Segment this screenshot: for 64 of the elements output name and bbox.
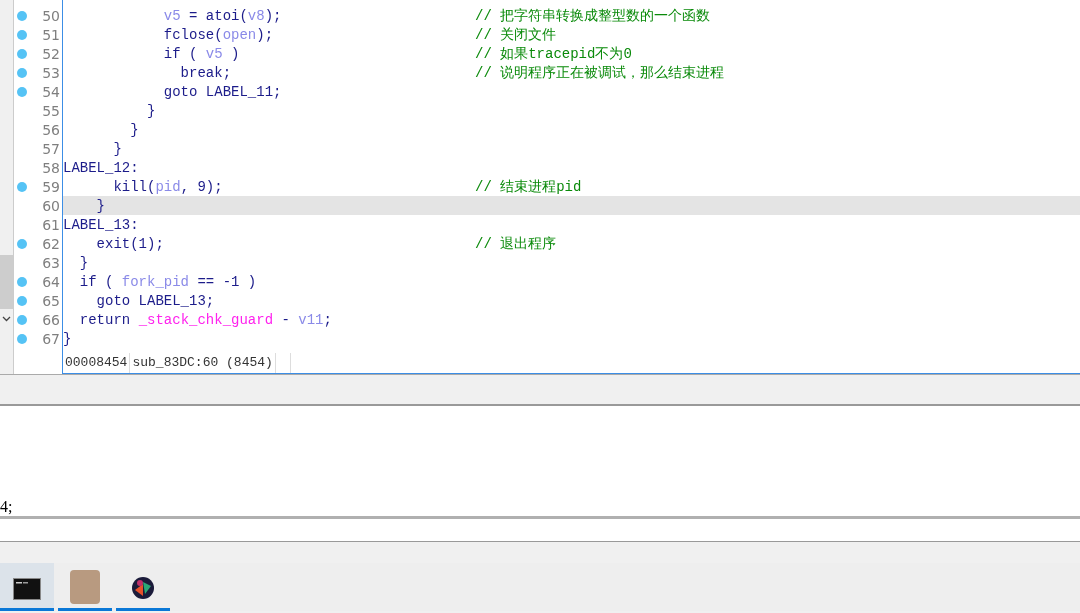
breakpoint-dot[interactable] bbox=[17, 10, 27, 21]
line-number: 67 bbox=[42, 330, 60, 347]
line-number: 56 bbox=[42, 121, 60, 138]
line-number: 65 bbox=[42, 292, 60, 309]
line-number: 61 bbox=[42, 216, 60, 233]
code-line: fclose(open); bbox=[162, 26, 275, 43]
terminal-icon bbox=[13, 578, 41, 600]
code-line: if ( v5 ) bbox=[162, 45, 241, 62]
app-icon bbox=[131, 576, 155, 600]
breakpoint-dot[interactable] bbox=[17, 238, 27, 249]
line-number: 62 bbox=[42, 235, 60, 252]
code-line: break; bbox=[179, 64, 233, 81]
line-number: 54 bbox=[42, 83, 60, 100]
code-comment: // 把字符串转换成整型数的一个函数 bbox=[475, 6, 711, 25]
code-line: } bbox=[78, 254, 90, 271]
line-number: 64 bbox=[42, 273, 60, 290]
breakpoint-dot[interactable] bbox=[17, 295, 27, 306]
code-line: goto LABEL_11; bbox=[162, 83, 283, 100]
code-line: if ( fork_pid == -1 ) bbox=[78, 273, 258, 290]
line-number: 63 bbox=[42, 254, 60, 271]
command-input[interactable] bbox=[0, 516, 1080, 542]
code-line: } bbox=[95, 197, 106, 214]
breakpoint-dot[interactable] bbox=[17, 333, 27, 344]
code-line: LABEL_13: bbox=[63, 216, 140, 233]
breakpoint-dot[interactable] bbox=[17, 67, 27, 78]
code-comment: // 如果tracepid不为0 bbox=[475, 44, 632, 63]
photo-placeholder bbox=[70, 570, 100, 604]
code-line: goto LABEL_13; bbox=[95, 292, 216, 309]
address-field: 00008454 bbox=[63, 353, 131, 373]
code-line: } bbox=[112, 140, 123, 157]
code-line: } bbox=[63, 330, 73, 347]
line-number: 55 bbox=[42, 102, 60, 119]
breakpoint-dot[interactable] bbox=[17, 276, 27, 287]
code-comment: // 关闭文件 bbox=[475, 25, 557, 44]
code-line: kill(pid, 9); bbox=[112, 178, 224, 195]
code-line: exit(1); bbox=[95, 235, 165, 252]
breakpoint-dot[interactable] bbox=[17, 181, 27, 192]
scrollbar[interactable] bbox=[0, 0, 14, 374]
chevron-down-icon[interactable] bbox=[2, 316, 11, 322]
line-number: 59 bbox=[42, 178, 60, 195]
line-number: 53 bbox=[42, 64, 60, 81]
line-number: 57 bbox=[42, 140, 60, 157]
code-comment: // 结束进程pid bbox=[475, 177, 582, 196]
code-line: v5 = atoi(v8); bbox=[162, 7, 283, 24]
line-number: 60 bbox=[42, 197, 60, 214]
line-number: 52 bbox=[42, 45, 60, 62]
code-line: } bbox=[129, 121, 140, 138]
line-number: 51 bbox=[42, 26, 60, 43]
scrollbar-thumb[interactable] bbox=[0, 255, 13, 309]
output-text: 4; bbox=[0, 498, 13, 516]
code-line: return _stack_chk_guard - v11; bbox=[78, 311, 333, 328]
code-line: } bbox=[146, 102, 157, 119]
taskbar-button[interactable] bbox=[0, 563, 54, 611]
breakpoint-dot[interactable] bbox=[17, 29, 27, 40]
breakpoint-dot[interactable] bbox=[17, 48, 27, 59]
breakpoint-dot[interactable] bbox=[17, 86, 27, 97]
code-line: LABEL_12: bbox=[63, 159, 140, 176]
location-field: sub_83DC:60 (8454) bbox=[130, 353, 276, 373]
code-comment: // 退出程序 bbox=[475, 234, 557, 253]
line-number: 58 bbox=[42, 159, 60, 176]
line-number: 66 bbox=[42, 311, 60, 328]
code-comment: // 说明程序正在被调试，那么结束进程 bbox=[475, 63, 725, 82]
line-number: 50 bbox=[42, 7, 60, 24]
breakpoint-dot[interactable] bbox=[17, 314, 27, 325]
